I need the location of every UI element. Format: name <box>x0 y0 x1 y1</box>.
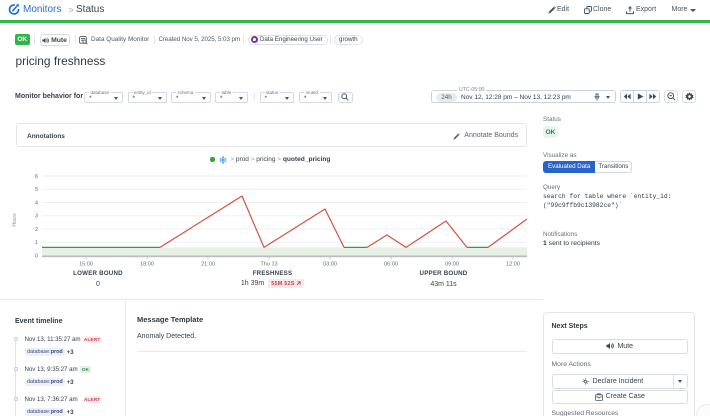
svg-text:Thu 13: Thu 13 <box>260 262 277 268</box>
svg-text:4: 4 <box>35 201 38 207</box>
svg-text:21:00: 21:00 <box>201 262 215 268</box>
svg-text:Hours: Hours <box>12 213 18 227</box>
svg-text:06:00: 06:00 <box>384 262 398 268</box>
svg-text:18:00: 18:00 <box>140 262 154 268</box>
svg-text:15:00: 15:00 <box>79 262 93 268</box>
svg-text:6: 6 <box>35 174 38 180</box>
svg-text:3: 3 <box>35 214 38 220</box>
svg-text:03:00: 03:00 <box>323 262 337 268</box>
svg-text:12:00: 12:00 <box>506 262 520 268</box>
svg-text:0: 0 <box>35 254 38 260</box>
svg-text:1: 1 <box>35 240 38 246</box>
svg-text:09:00: 09:00 <box>445 262 459 268</box>
svg-text:5: 5 <box>35 187 38 193</box>
svg-text:2: 2 <box>35 227 38 233</box>
